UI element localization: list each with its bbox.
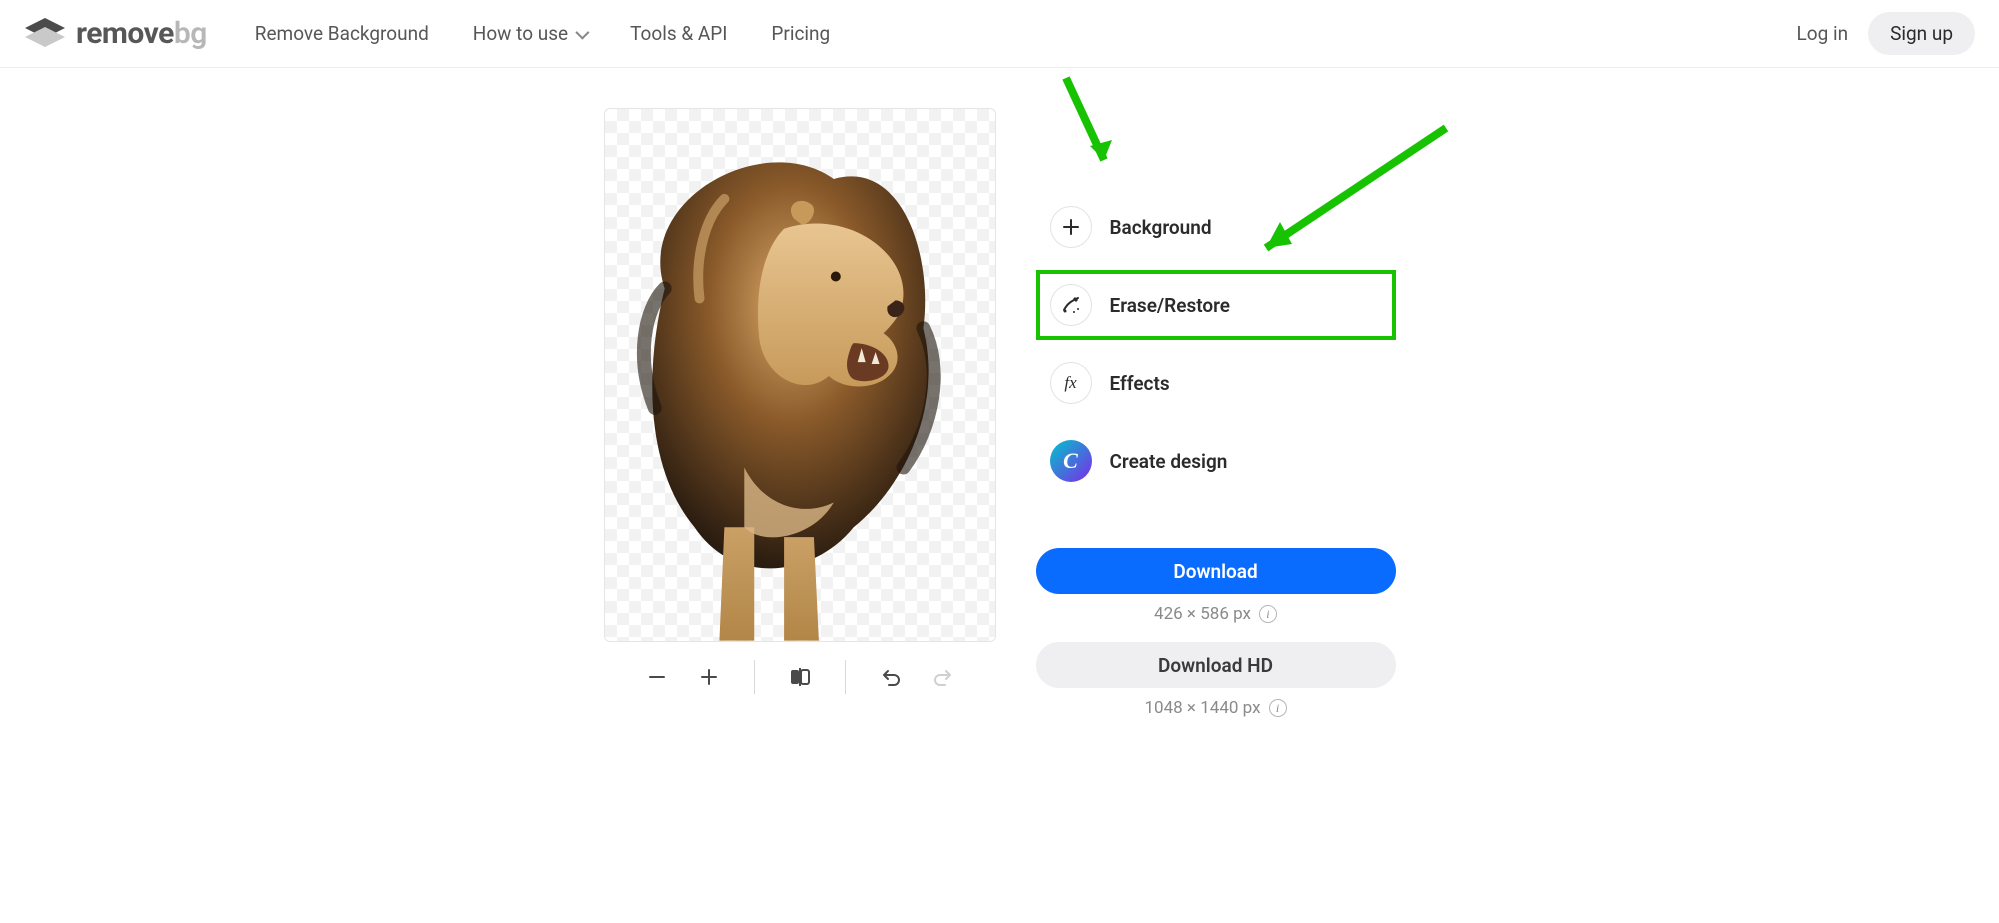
zoom-out-button[interactable] [640,660,674,694]
tool-create-design[interactable]: C Create design [1036,426,1396,496]
plus-icon [699,667,719,687]
tool-create-design-label: Create design [1110,450,1228,473]
nav-pricing[interactable]: Pricing [771,22,830,45]
nav-how-to-use-label: How to use [473,22,568,45]
chevron-down-icon [575,25,589,39]
download-button[interactable]: Download [1036,548,1396,594]
download-hd-dimensions: 1048 × 1440 px i [1036,698,1396,718]
fx-icon: fx [1050,362,1092,404]
auth-actions: Log in Sign up [1797,12,1976,55]
toolbar-separator [845,660,846,694]
canvas-toolbar [640,660,960,694]
primary-nav: Remove Background How to use Tools & API… [255,22,1789,45]
nav-remove-background[interactable]: Remove Background [255,22,429,45]
erase-restore-icon [1050,284,1092,326]
download-dimensions-text: 426 × 586 px [1154,604,1251,624]
signup-button[interactable]: Sign up [1868,12,1975,55]
download-hd-button[interactable]: Download HD [1036,642,1396,688]
nav-tools-api[interactable]: Tools & API [630,22,727,45]
info-icon[interactable]: i [1269,699,1287,717]
info-icon[interactable]: i [1259,605,1277,623]
redo-icon [932,666,954,688]
tool-effects[interactable]: fx Effects [1036,348,1396,418]
toolbar-separator [754,660,755,694]
top-nav: removebg Remove Background How to use To… [0,0,1999,68]
editor-area: Background Erase/Restore fx Effects C [0,68,1999,750]
tool-background-label: Background [1110,216,1212,239]
download-section: Download 426 × 586 px i Download HD 1048… [1036,548,1396,726]
annotation-arrow [1046,68,1126,192]
undo-icon [880,666,902,688]
tool-effects-label: Effects [1110,372,1170,395]
logo-text: removebg [76,16,207,51]
canva-icon: C [1050,440,1092,482]
minus-icon [647,667,667,687]
logo-text-right: bg [174,16,207,51]
compare-button[interactable] [783,660,817,694]
side-panel: Background Erase/Restore fx Effects C [1036,108,1396,726]
login-link[interactable]: Log in [1797,22,1849,45]
subject-image [605,109,995,641]
logo-text-left: remove [76,16,174,51]
download-dimensions: 426 × 586 px i [1036,604,1396,624]
zoom-in-button[interactable] [692,660,726,694]
brand-logo[interactable]: removebg [24,16,207,51]
plus-circle-icon [1050,206,1092,248]
undo-button[interactable] [874,660,908,694]
nav-how-to-use[interactable]: How to use [473,22,586,45]
result-canvas[interactable] [604,108,996,642]
redo-button[interactable] [926,660,960,694]
compare-icon [789,666,811,688]
editor-column [604,108,996,726]
download-hd-dimensions-text: 1048 × 1440 px [1144,698,1260,718]
tool-erase-restore[interactable]: Erase/Restore [1036,270,1396,340]
tool-erase-restore-label: Erase/Restore [1110,294,1231,317]
logo-stack-icon [24,17,66,51]
tool-background[interactable]: Background [1036,192,1396,262]
